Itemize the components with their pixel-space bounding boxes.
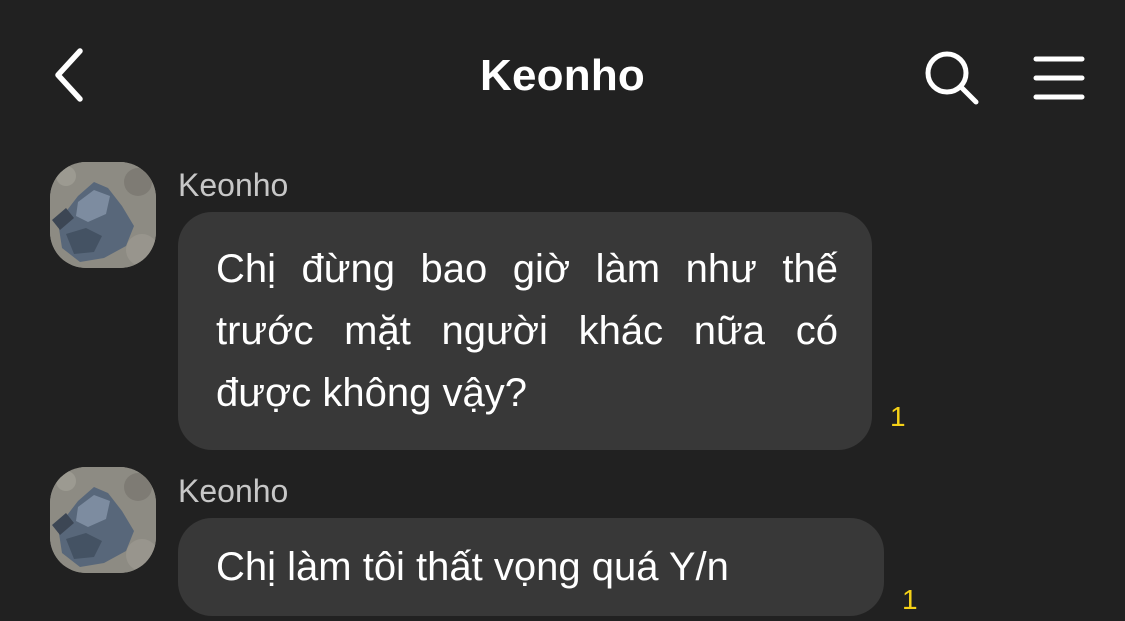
search-button[interactable]	[918, 46, 986, 110]
avatar-image	[50, 467, 156, 573]
avatar[interactable]	[50, 467, 156, 573]
message-bubble[interactable]: Chị làm tôi thất vọng quá Y/n	[178, 518, 884, 616]
unread-count: 1	[890, 401, 906, 432]
avatar[interactable]	[50, 162, 156, 268]
unread-count: 1	[902, 584, 918, 615]
search-icon	[925, 51, 979, 105]
hamburger-menu-icon	[1033, 56, 1085, 100]
menu-button[interactable]	[1026, 48, 1092, 108]
sender-name: Keonho	[178, 473, 289, 509]
avatar-image	[50, 162, 156, 268]
message-bubble[interactable]: Chị đừng bao giờ làm như thế trước mặt n…	[178, 212, 872, 450]
sender-name: Keonho	[178, 167, 289, 203]
chat-header: Keonho	[0, 0, 1125, 150]
